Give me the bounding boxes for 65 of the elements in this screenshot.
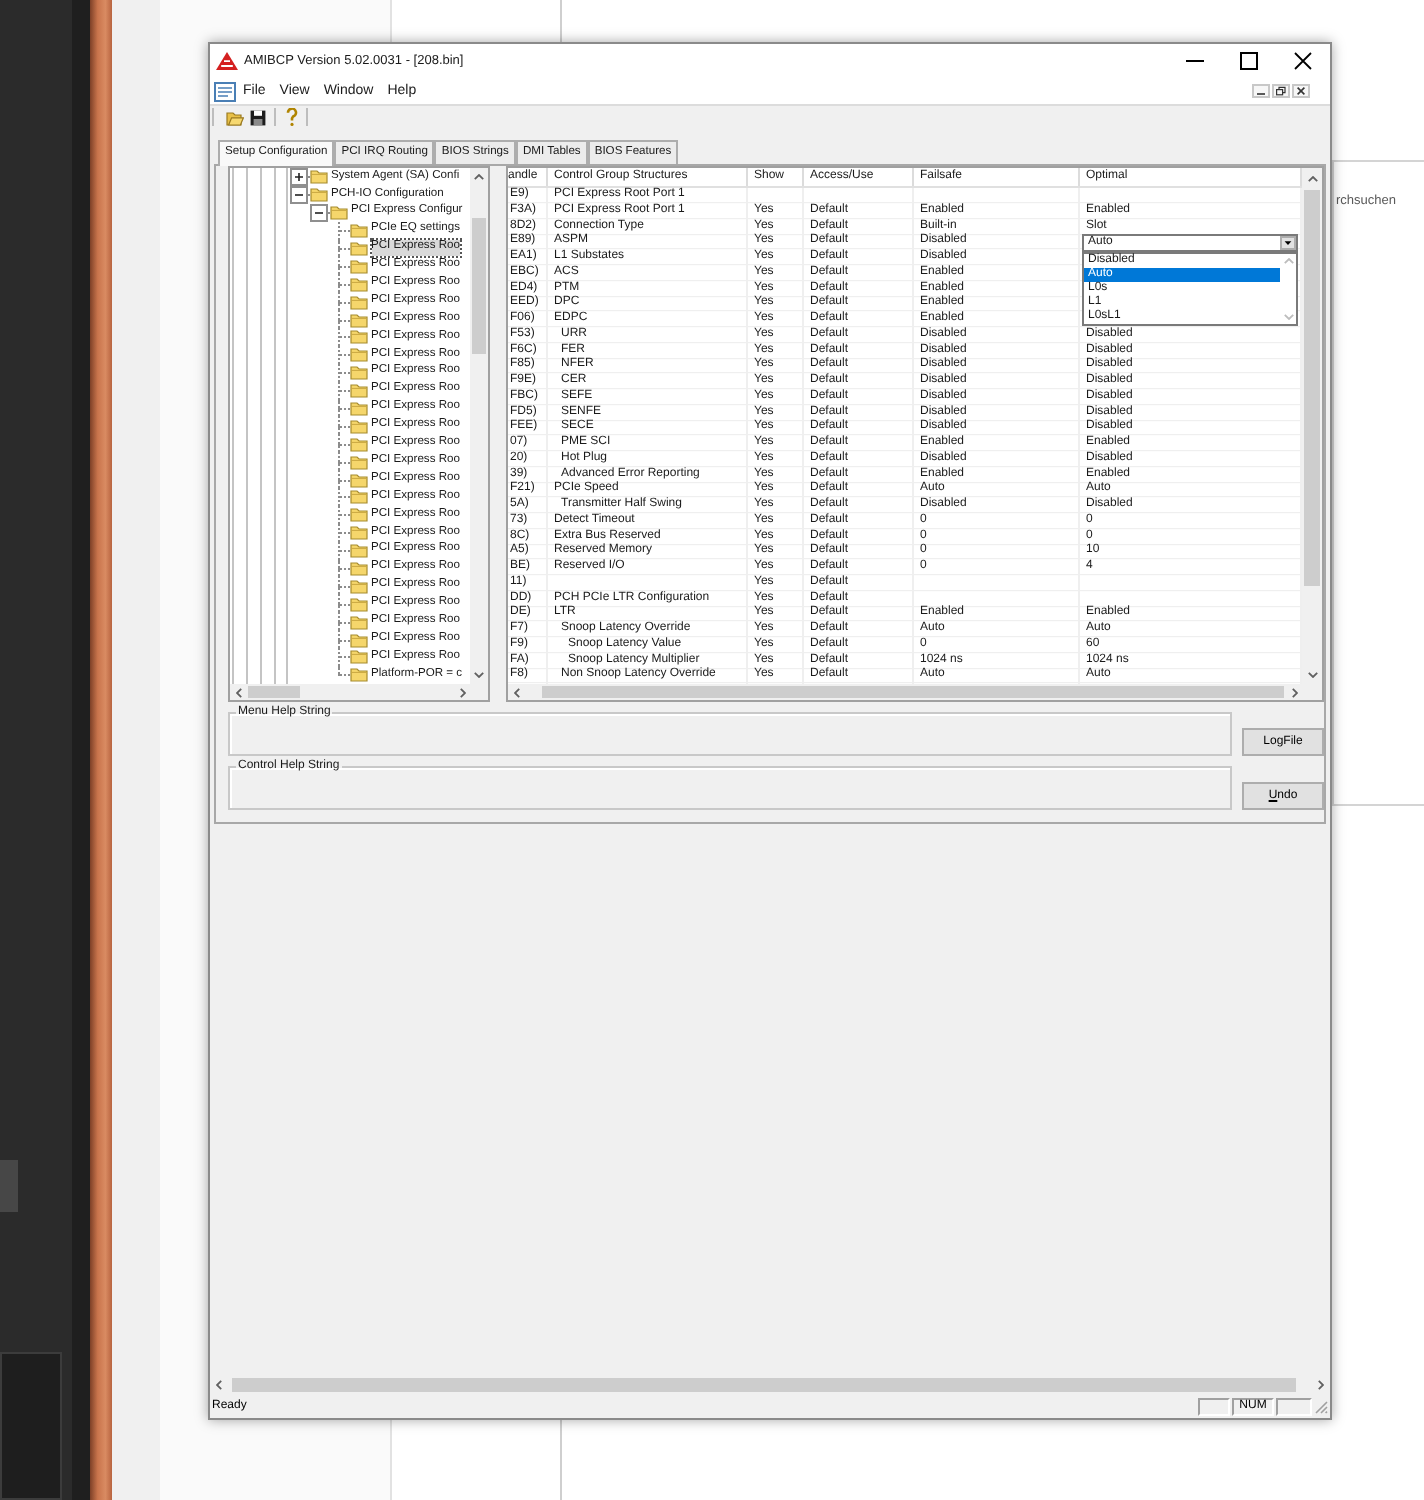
minimize-icon[interactable] [1252,84,1270,98]
scrollbar[interactable] [210,1376,1330,1394]
folder-icon [350,417,368,434]
save-icon[interactable] [249,109,265,125]
chevron-right-icon[interactable] [459,687,465,697]
chevron-down-icon[interactable] [1307,671,1317,677]
status-panel [1198,1397,1230,1415]
chevron-up-icon[interactable] [1307,175,1317,181]
chevron-right-icon[interactable] [1318,1380,1324,1390]
folder-icon [350,488,368,505]
chevron-left-icon[interactable] [216,1380,222,1390]
scrollbar-thumb[interactable] [248,686,300,698]
scrollbar-thumb[interactable] [472,218,486,354]
folder-icon [350,222,368,239]
folder-icon [350,595,368,612]
folder-icon [350,577,368,594]
folder-icon [350,560,368,577]
folder-icon [350,648,368,665]
folder-icon [350,364,368,381]
folder-icon [350,311,368,328]
chevron-left-icon[interactable] [235,687,241,697]
folder-icon [350,328,368,345]
triangle-logo-icon [216,52,238,70]
minus-box-icon[interactable] [309,203,327,222]
folder-icon [350,666,368,683]
scrollbar-thumb[interactable] [542,686,1284,698]
folder-icon [350,471,368,488]
chevron-down-icon[interactable] [474,672,484,678]
scrollbar-thumb[interactable] [1304,190,1320,586]
folder-icon [350,293,368,310]
folder-icon [350,613,368,630]
chevron-up-icon[interactable] [474,174,484,180]
resize-grip-icon[interactable] [1314,1399,1328,1413]
folder-icon [350,275,368,292]
folder-icon[interactable] [225,109,243,125]
scrollbar[interactable] [508,684,1302,700]
folder-icon [350,435,368,452]
scrollbar[interactable] [1302,168,1322,684]
chevron-right-icon[interactable] [1291,687,1297,697]
folder-icon [350,257,368,274]
scrollbar-thumb[interactable] [232,1378,1296,1392]
folder-icon [310,168,328,185]
scrollbar[interactable] [230,684,470,700]
panel-tile [0,1160,18,1212]
folder-icon [350,400,368,417]
help-icon[interactable] [285,108,297,126]
folder-icon [350,542,368,559]
caret-icon[interactable] [1279,236,1295,251]
folder-icon [350,382,368,399]
minus-box-icon[interactable] [289,185,307,204]
chevron-left-icon[interactable] [513,687,519,697]
document-icon[interactable] [214,81,236,101]
scrollbar[interactable] [470,168,488,684]
restore-icon[interactable] [1272,84,1290,98]
plus-box-icon[interactable] [289,168,307,186]
folder-icon [350,524,368,541]
folder-icon [350,631,368,648]
folder-icon [350,453,368,470]
maximize-icon[interactable] [1240,52,1258,70]
folder-icon [310,186,328,203]
folder-icon [350,346,368,363]
folder-icon [350,506,368,523]
close-icon[interactable] [1294,52,1312,70]
folder-icon [330,204,348,221]
status-panel [1276,1397,1312,1415]
